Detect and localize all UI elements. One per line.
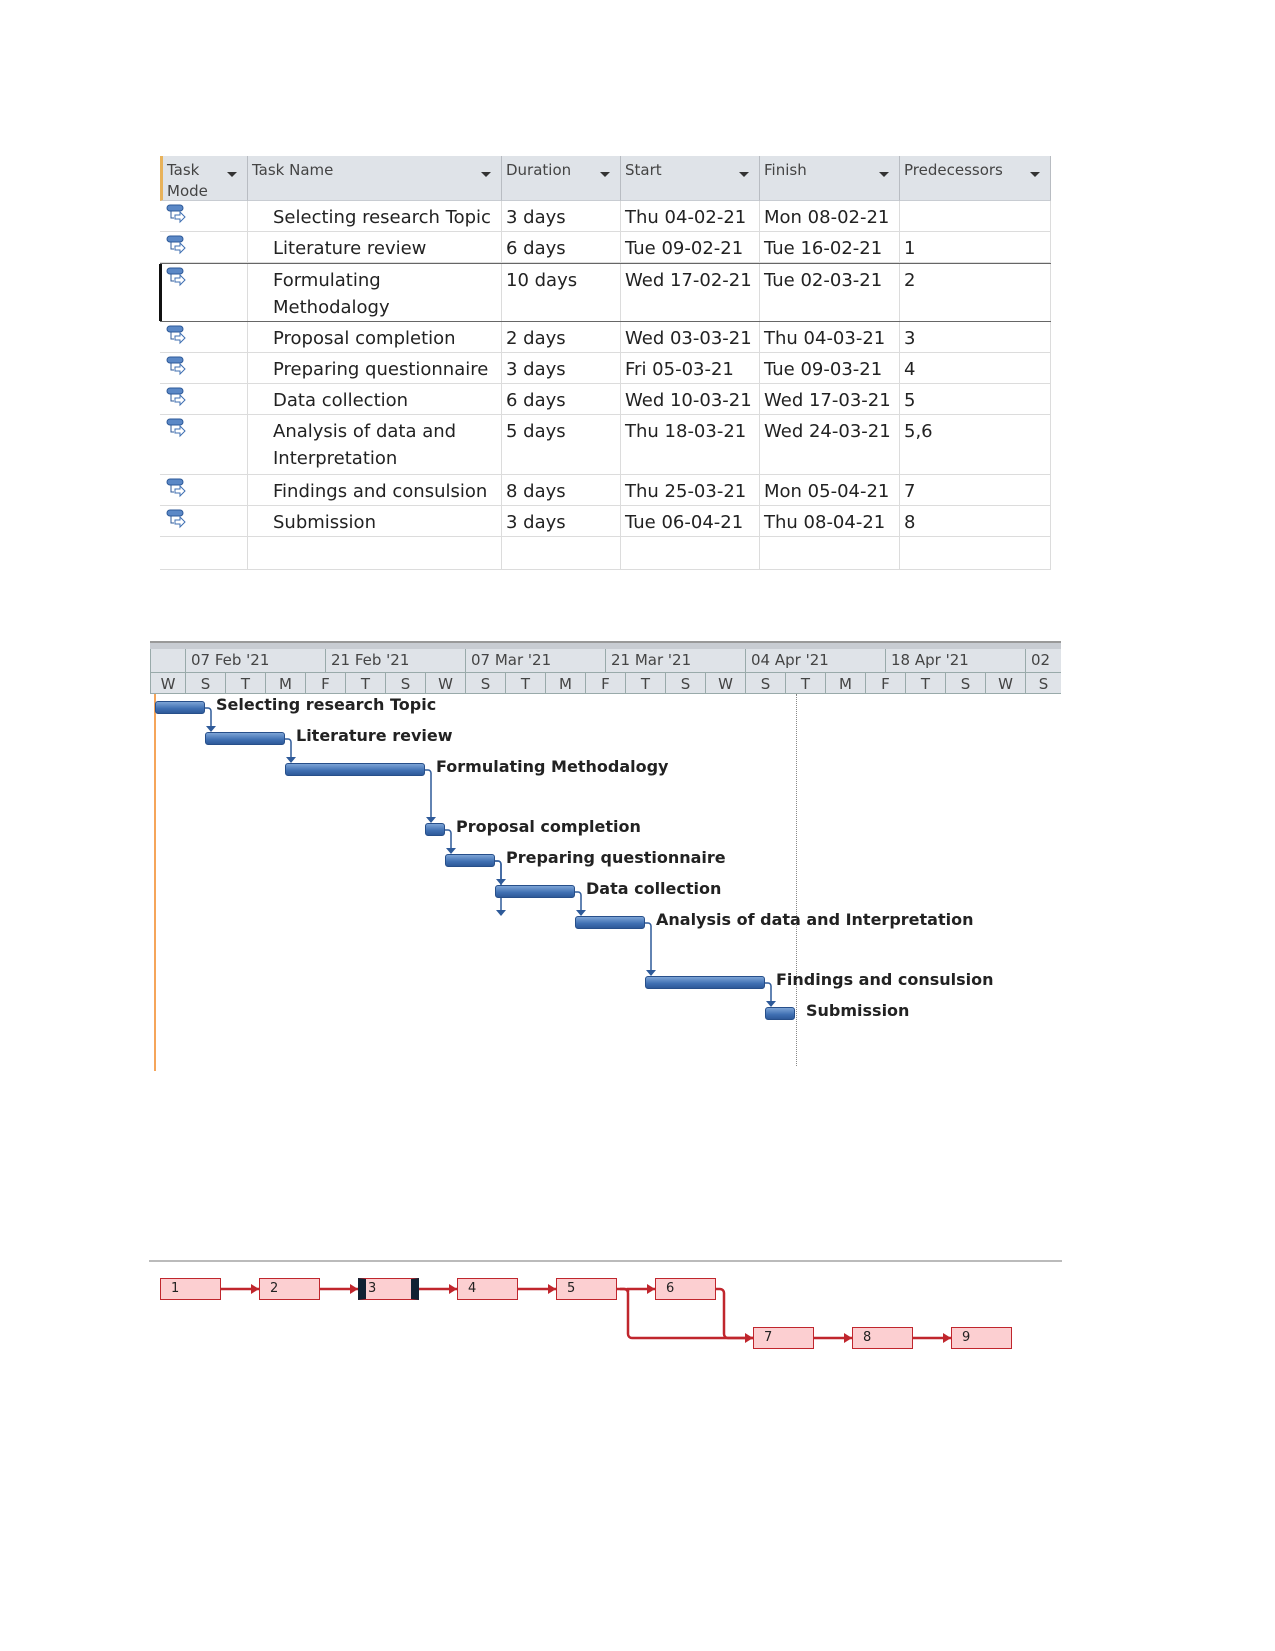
network-node[interactable]: 8 (852, 1327, 913, 1349)
node-id: 5 (567, 1281, 576, 1296)
node-id: 6 (666, 1281, 675, 1296)
node-id: 2 (270, 1281, 279, 1296)
network-node[interactable]: 3 (358, 1278, 419, 1300)
network-arrow (251, 1284, 259, 1294)
node-id: 7 (764, 1330, 773, 1345)
network-link (716, 1287, 753, 1340)
network-node[interactable]: 9 (951, 1327, 1012, 1349)
network-arrow (449, 1284, 457, 1294)
network-node[interactable]: 5 (556, 1278, 617, 1300)
node-id: 8 (863, 1330, 872, 1345)
network-node[interactable]: 2 (259, 1278, 320, 1300)
network-arrow (844, 1333, 852, 1343)
network-node[interactable]: 7 (753, 1327, 814, 1349)
network-node[interactable]: 6 (655, 1278, 716, 1300)
network-arrow (350, 1284, 358, 1294)
network-arrow (745, 1333, 753, 1343)
network-arrow (647, 1284, 655, 1294)
node-id: 1 (171, 1281, 180, 1296)
network-node[interactable]: 1 (160, 1278, 221, 1300)
network-arrow (943, 1333, 951, 1343)
node-id: 9 (962, 1330, 971, 1345)
network-arrow (548, 1284, 556, 1294)
node-id: 3 (368, 1281, 377, 1296)
network-links (221, 1284, 951, 1343)
network-node[interactable]: 4 (457, 1278, 518, 1300)
node-id: 4 (468, 1281, 477, 1296)
